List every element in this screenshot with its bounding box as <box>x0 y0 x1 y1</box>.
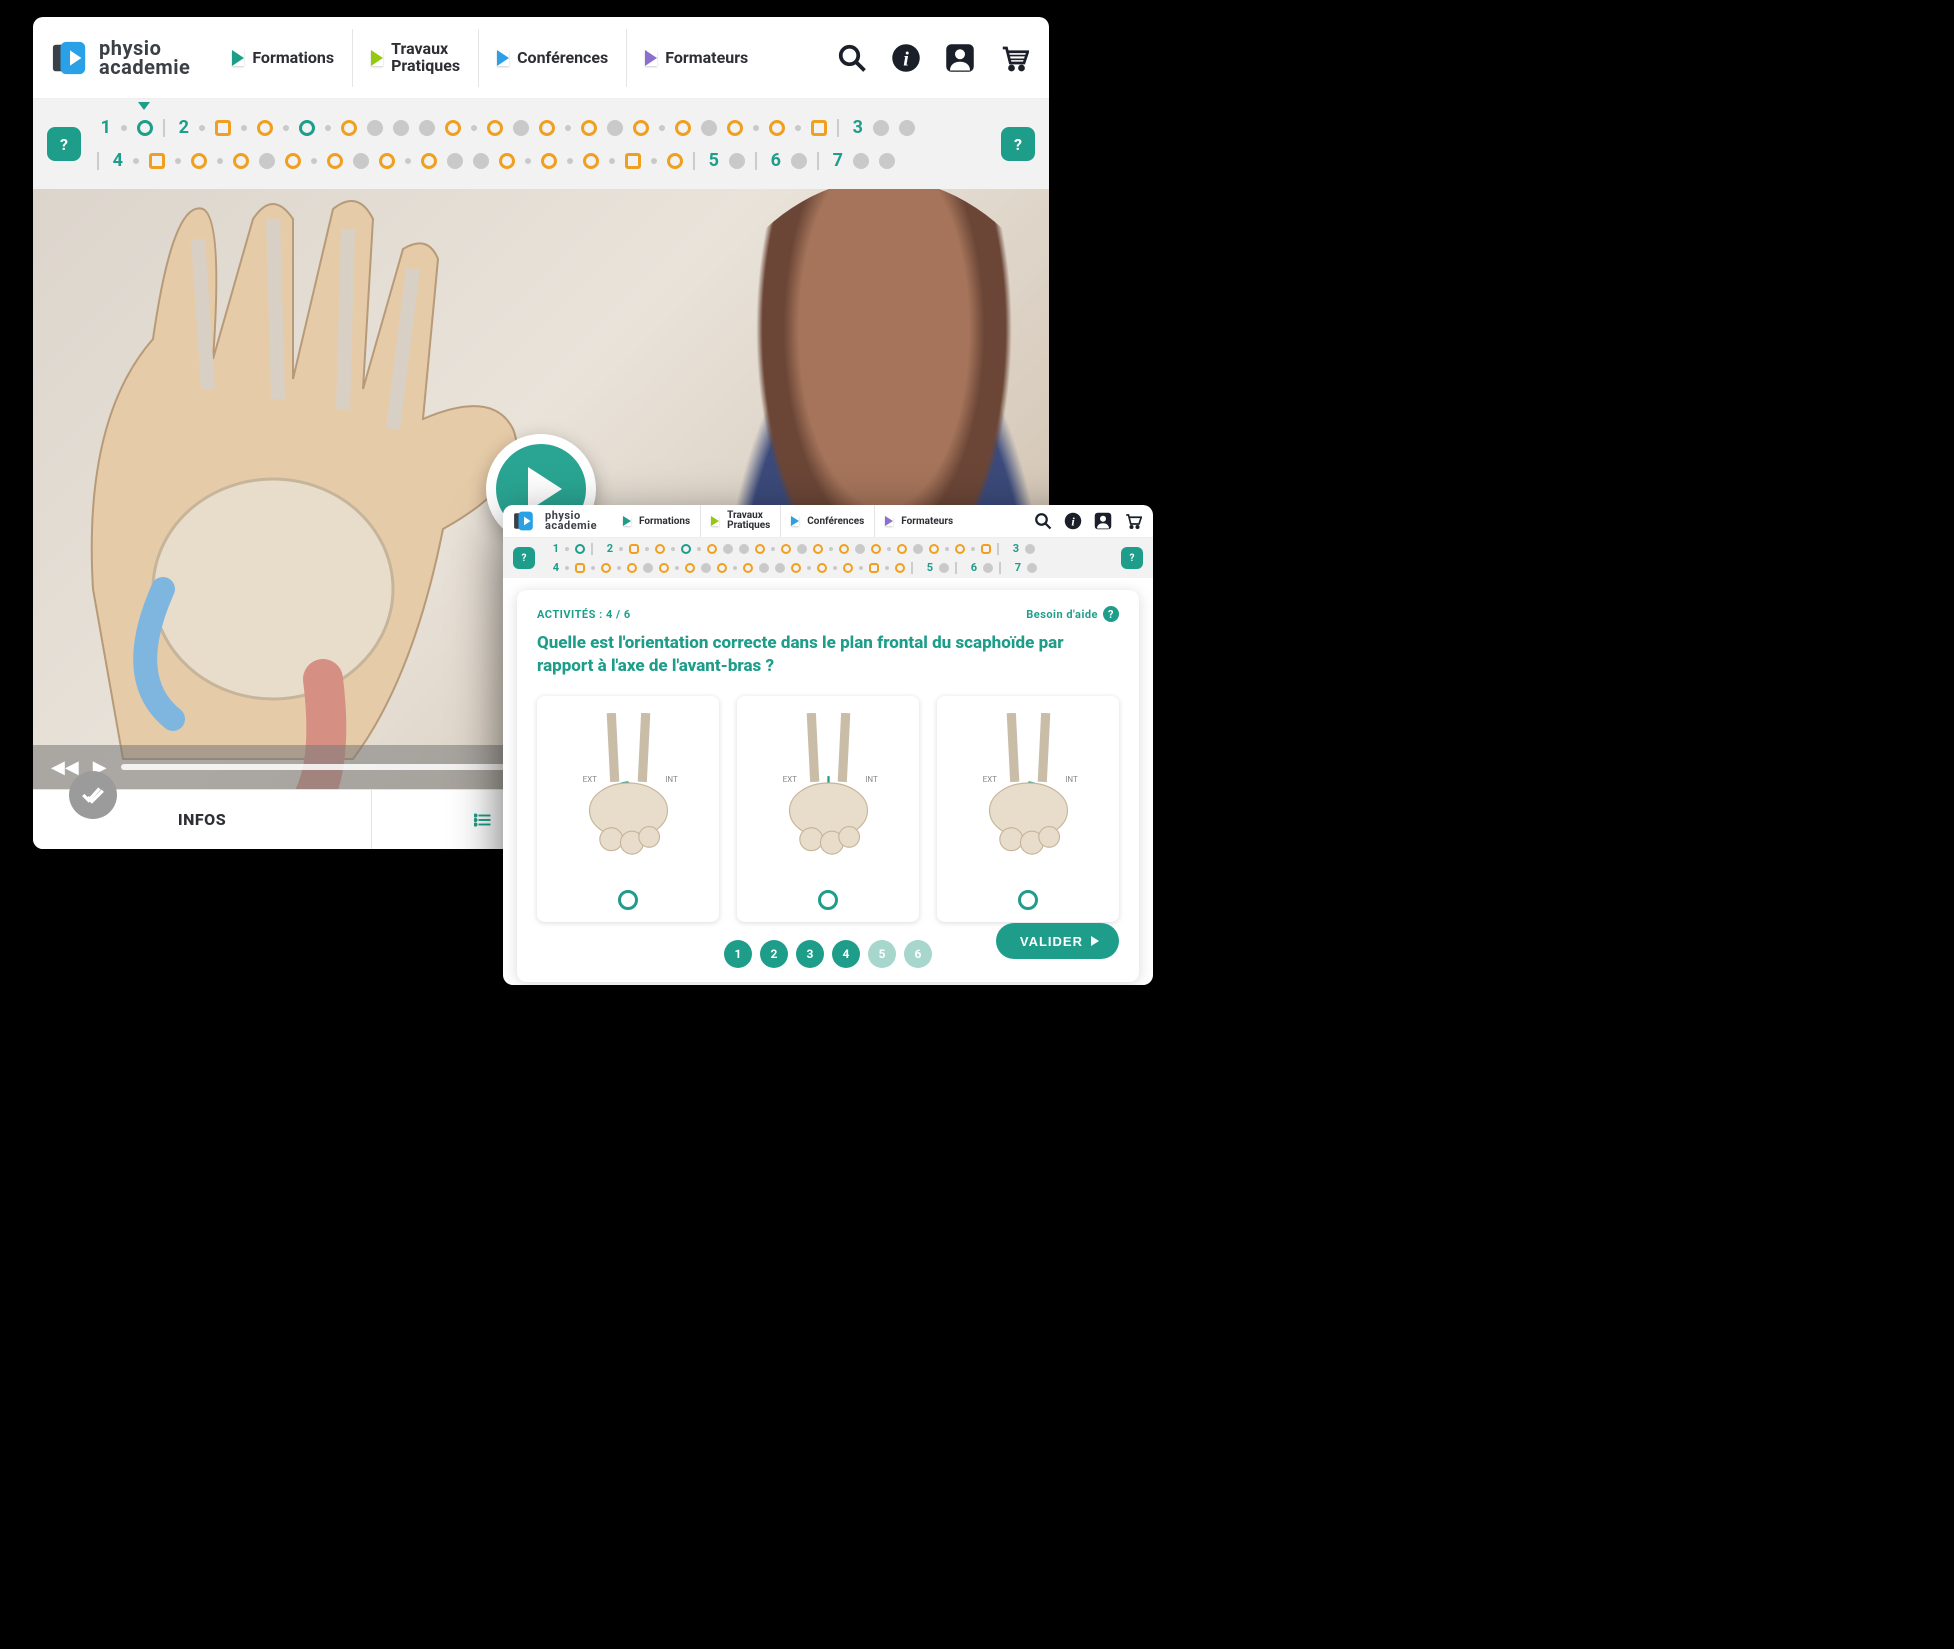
option-2[interactable]: EXT INT <box>737 696 919 923</box>
option-image: EXT INT <box>543 704 713 883</box>
nav-conferences[interactable]: Conférences <box>780 505 874 537</box>
primary-nav: Formations TravauxPratiques Conférences … <box>214 29 766 87</box>
header: physioacademie Formations TravauxPratiqu… <box>33 17 1049 99</box>
need-help-link[interactable]: Besoin d'aide? <box>1026 606 1119 622</box>
play-icon <box>645 50 657 66</box>
radio-icon <box>818 890 838 910</box>
info-icon[interactable]: i <box>889 41 923 75</box>
list-icon <box>474 811 492 829</box>
nav-formateurs[interactable]: Formateurs <box>874 505 963 537</box>
nav-formations[interactable]: Formations <box>214 29 352 87</box>
radio-icon <box>1018 890 1038 910</box>
page-2[interactable]: 2 <box>760 940 788 968</box>
help-badge-right[interactable]: ? <box>1001 127 1035 161</box>
brand-logo[interactable]: physioacademie <box>51 39 190 77</box>
activity-counter: ACTIVITÉS : 4 / 6 <box>537 608 631 621</box>
progress-row-2: 4 5 6 7 <box>97 150 985 171</box>
play-icon <box>371 50 383 66</box>
info-icon[interactable]: i <box>1063 511 1083 531</box>
play-icon <box>791 516 799 526</box>
option-1[interactable]: EXT INT <box>537 696 719 923</box>
rewind-icon[interactable]: ◀◀ <box>51 757 79 778</box>
quiz-window: physioacademie Formations TravauxPratiqu… <box>503 505 1153 985</box>
nav-formateurs[interactable]: Formateurs <box>626 29 766 87</box>
play-icon <box>885 516 893 526</box>
pagination: 1 2 3 4 5 6 <box>724 940 932 968</box>
nav-formations[interactable]: Formations <box>613 505 700 537</box>
double-check-icon <box>80 782 106 808</box>
section-number: 3 <box>849 117 863 138</box>
nav-conferences[interactable]: Conférences <box>478 29 626 87</box>
section-number: 6 <box>767 150 781 171</box>
nav-travaux-pratiques[interactable]: TravauxPratiques <box>352 29 478 87</box>
nav-travaux-pratiques[interactable]: TravauxPratiques <box>700 505 780 537</box>
section-number: 7 <box>829 150 843 171</box>
help-badge-left[interactable]: ? <box>47 127 81 161</box>
svg-text:INT: INT <box>865 775 878 784</box>
section-number: 5 <box>705 150 719 171</box>
step-current[interactable] <box>137 120 153 136</box>
primary-nav: Formations TravauxPratiques Conférences … <box>613 505 963 537</box>
page-1[interactable]: 1 <box>724 940 752 968</box>
dot-icon <box>121 125 127 131</box>
search-icon[interactable] <box>835 41 869 75</box>
account-icon[interactable] <box>943 41 977 75</box>
step-ring[interactable] <box>299 120 315 136</box>
progress-rail: ? 1 2 3 <box>33 99 1049 189</box>
radio-icon <box>618 890 638 910</box>
account-icon[interactable] <box>1093 511 1113 531</box>
cart-icon[interactable] <box>997 41 1031 75</box>
svg-text:INT: INT <box>665 775 678 784</box>
svg-text:EXT: EXT <box>782 775 797 784</box>
play-icon <box>623 516 631 526</box>
brand-name: physioacademie <box>545 511 597 532</box>
section-number: 1 <box>97 117 111 138</box>
svg-text:EXT: EXT <box>982 775 997 784</box>
page-4[interactable]: 4 <box>832 940 860 968</box>
brand-logo-icon <box>51 39 89 77</box>
progress-row-1: 1 2 3 <box>97 117 985 138</box>
section-number: 4 <box>109 150 123 171</box>
caret-down-icon <box>138 102 150 110</box>
brand-logo[interactable]: physioacademie <box>513 510 597 532</box>
page-5[interactable]: 5 <box>868 940 896 968</box>
option-image: EXT INT <box>743 704 913 883</box>
quiz-card: ACTIVITÉS : 4 / 6 Besoin d'aide? Quelle … <box>517 590 1139 982</box>
brand-logo-icon <box>513 510 535 532</box>
play-icon <box>497 50 509 66</box>
svg-text:i: i <box>903 48 909 70</box>
play-icon <box>232 50 244 66</box>
step-ring[interactable] <box>257 120 273 136</box>
help-badge-left[interactable]: ? <box>513 547 535 569</box>
svg-text:INT: INT <box>1065 775 1078 784</box>
step-ring[interactable] <box>341 120 357 136</box>
header: physioacademie Formations TravauxPratiqu… <box>503 505 1153 538</box>
page-3[interactable]: 3 <box>796 940 824 968</box>
progress-rail: ? 1 2 3 4 5 6 7 <box>503 538 1153 578</box>
cart-icon[interactable] <box>1123 511 1143 531</box>
section-number: 2 <box>175 117 189 138</box>
help-icon: ? <box>1103 606 1119 622</box>
complete-badge[interactable] <box>69 771 117 819</box>
header-tools: i <box>835 41 1031 75</box>
play-icon <box>711 516 719 526</box>
svg-text:EXT: EXT <box>582 775 597 784</box>
brand-name: physioacademie <box>99 39 190 77</box>
page-6[interactable]: 6 <box>904 940 932 968</box>
search-icon[interactable] <box>1033 511 1053 531</box>
option-3[interactable]: EXT INT <box>937 696 1119 923</box>
step-square[interactable] <box>215 120 231 136</box>
option-image: EXT INT <box>943 704 1113 883</box>
validate-button[interactable]: VALIDER <box>996 923 1119 959</box>
answer-options: EXT INT EXT INT EXT INT <box>537 696 1119 923</box>
question-text: Quelle est l'orientation correcte dans l… <box>537 632 1119 678</box>
help-badge-right[interactable]: ? <box>1121 547 1143 569</box>
